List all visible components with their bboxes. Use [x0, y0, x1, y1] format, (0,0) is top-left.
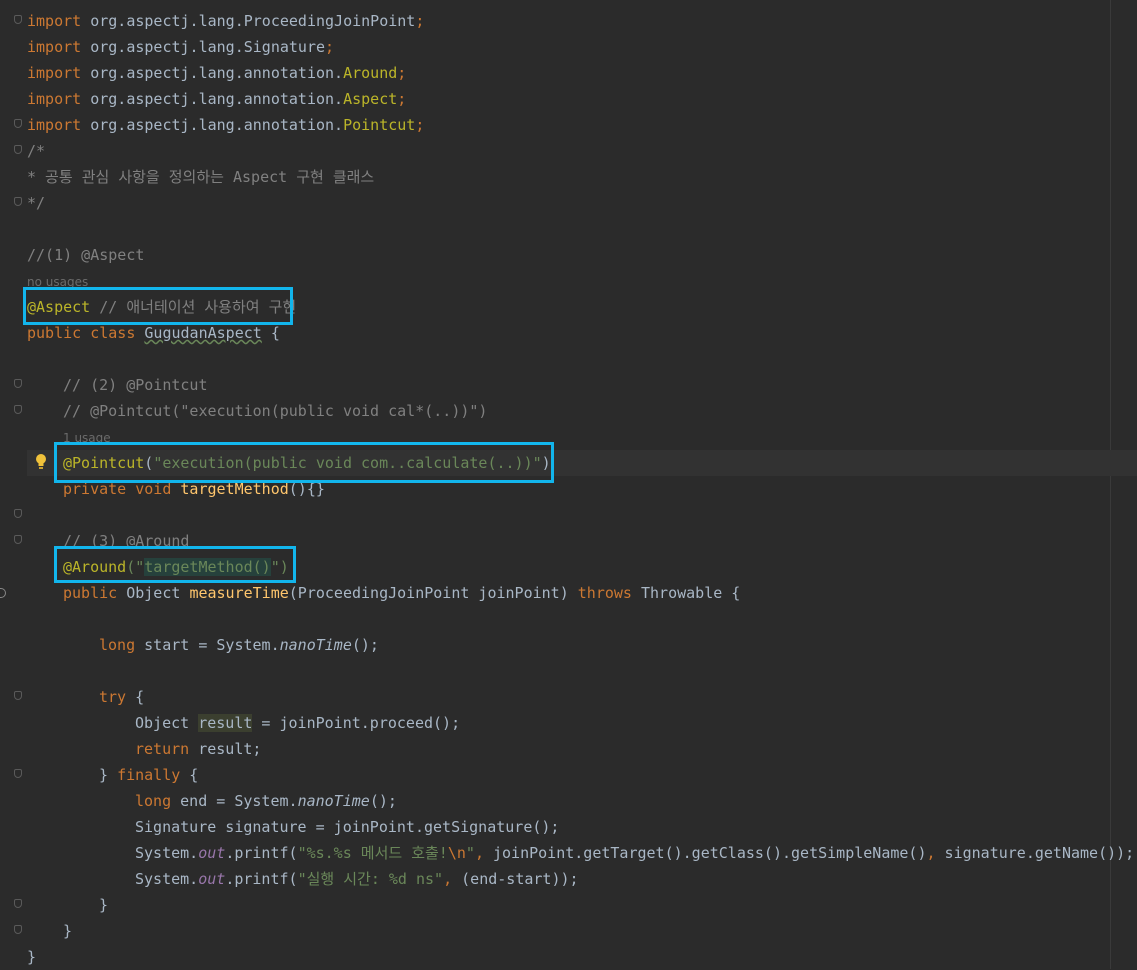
fold-icon[interactable]: [14, 405, 22, 414]
usage-hint[interactable]: no usages: [27, 275, 88, 289]
fold-icon[interactable]: [14, 197, 22, 206]
usage-hint[interactable]: 1 usage: [63, 431, 111, 445]
code-line: import org.aspectj.lang.ProceedingJoinPo…: [27, 12, 425, 30]
code-line: import org.aspectj.lang.annotation.Aroun…: [27, 64, 407, 82]
advice-gutter-icon[interactable]: [0, 588, 6, 598]
fold-icon[interactable]: [14, 535, 22, 544]
code-line: private void targetMethod(){}: [63, 480, 325, 498]
code-line: long start = System.nanoTime();: [99, 636, 379, 654]
code-line: /*: [27, 142, 46, 160]
fold-icon[interactable]: [14, 379, 22, 388]
code-line: return result;: [135, 740, 262, 758]
code-line: //(1) @Aspect: [27, 246, 145, 264]
lightbulb-icon[interactable]: [35, 453, 47, 471]
code-line: } finally {: [99, 766, 199, 784]
code-line: }: [63, 922, 73, 940]
code-line: */: [27, 194, 46, 212]
code-line: @Aspect // 애너테이션 사용하여 구현: [27, 298, 297, 316]
code-line: System.out.printf("%s.%s 메서드 호출!\n", joi…: [135, 844, 1135, 862]
code-line-current: @Pointcut("execution(public void com..ca…: [27, 450, 1137, 476]
code-line: * 공통 관심 사항을 정의하는 Aspect 구현 클래스: [27, 168, 375, 186]
fold-icon[interactable]: [14, 769, 22, 778]
code-line: // @Pointcut("execution(public void cal*…: [63, 402, 488, 420]
fold-icon[interactable]: [14, 509, 22, 518]
code-line: import org.aspectj.lang.annotation.Point…: [27, 116, 425, 134]
code-line: }: [99, 896, 109, 914]
code-line: public class GugudanAspect {: [27, 324, 280, 342]
code-line: // (3) @Around: [63, 532, 190, 550]
fold-icon[interactable]: [14, 899, 22, 908]
code-line: @Around("targetMethod()"): [63, 558, 289, 576]
fold-icon[interactable]: [14, 145, 22, 154]
code-line: }: [27, 948, 37, 966]
code-line: long end = System.nanoTime();: [135, 792, 397, 810]
code-line: Signature signature = joinPoint.getSigna…: [135, 818, 560, 836]
fold-icon[interactable]: [14, 15, 22, 24]
fold-icon[interactable]: [14, 925, 22, 934]
code-line: public Object measureTime(ProceedingJoin…: [63, 584, 741, 602]
code-line: // (2) @Pointcut: [63, 376, 208, 394]
code-line: import org.aspectj.lang.annotation.Aspec…: [27, 90, 407, 108]
code-editor[interactable]: import org.aspectj.lang.ProceedingJoinPo…: [0, 0, 1137, 969]
code-line: try {: [99, 688, 145, 706]
code-line: System.out.printf("실행 시간: %d ns", (end-s…: [135, 870, 579, 888]
code-line: import org.aspectj.lang.Signature;: [27, 38, 335, 56]
fold-icon[interactable]: [14, 691, 22, 700]
code-line: Object result = joinPoint.proceed();: [135, 714, 461, 732]
fold-icon[interactable]: [14, 119, 22, 128]
